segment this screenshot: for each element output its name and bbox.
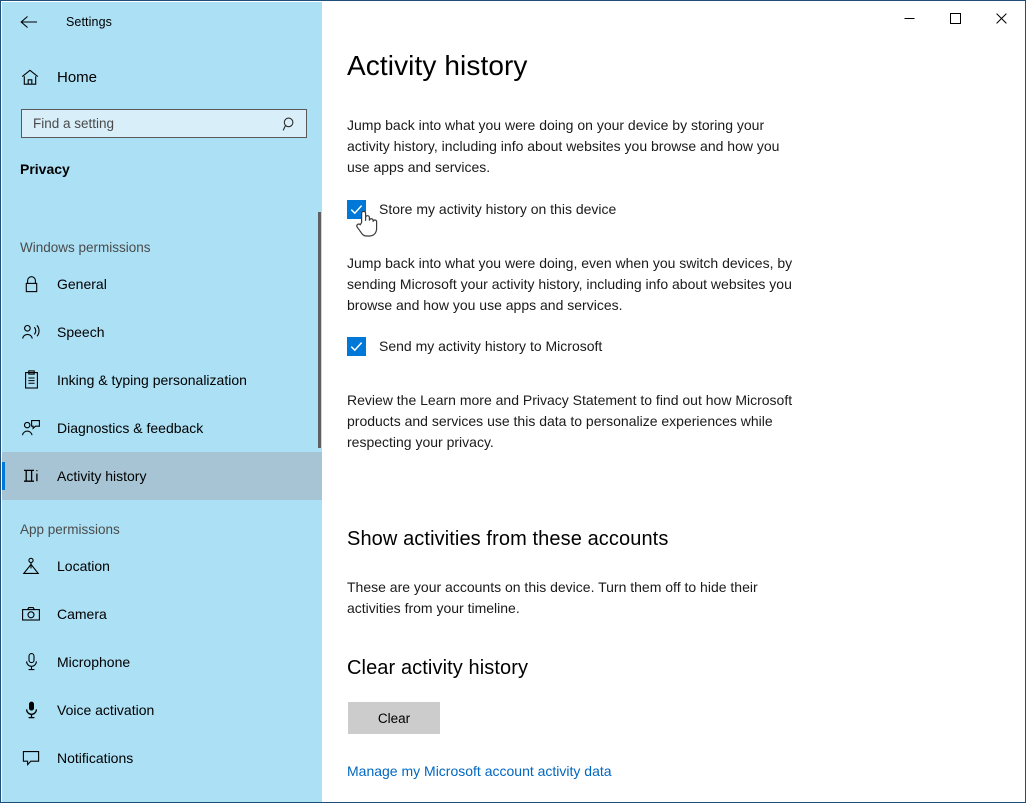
clipboard-icon [16, 370, 46, 390]
review-description: Review the Learn more and Privacy Statem… [347, 390, 795, 453]
back-arrow-icon [19, 14, 39, 30]
activity-history-icon [16, 467, 46, 485]
sidebar-item-activity-history[interactable]: Activity history [2, 452, 322, 500]
accounts-section-title: Show activities from these accounts [347, 528, 668, 551]
speech-person-icon [16, 323, 46, 342]
sidebar-item-microphone-label: Microphone [57, 654, 130, 670]
sidebar-item-general[interactable]: General [2, 260, 322, 308]
checkbox-store-activity-history[interactable]: Store my activity history on this device [347, 200, 616, 219]
sidebar-item-general-label: General [57, 276, 107, 292]
location-pin-icon [16, 557, 46, 576]
camera-icon [16, 606, 46, 623]
sidebar-nav-list: Windows permissions General [2, 234, 322, 782]
microphone-icon [16, 652, 46, 672]
title-bar-left: Settings [2, 2, 322, 42]
checkbox-checked-icon[interactable] [347, 200, 366, 219]
page-title: Activity history [347, 50, 528, 82]
sidebar-item-diagnostics-feedback[interactable]: Diagnostics & feedback [2, 404, 322, 452]
window-controls [886, 2, 1024, 34]
close-button[interactable] [978, 2, 1024, 34]
sidebar-item-diagnostics-feedback-label: Diagnostics & feedback [57, 420, 203, 436]
search-box[interactable] [21, 109, 307, 138]
settings-window: Settings Home Privacy W [0, 0, 1026, 803]
checkbox-checked-icon[interactable] [347, 337, 366, 356]
sidebar-item-speech[interactable]: Speech [2, 308, 322, 356]
sidebar-category-title: Privacy [20, 161, 70, 177]
sync-description: Jump back into what you were doing, even… [347, 253, 795, 316]
minimize-icon [904, 13, 915, 24]
notification-icon [16, 749, 46, 767]
sidebar-scrollbar[interactable] [318, 212, 321, 448]
app-title: Settings [66, 15, 112, 29]
accounts-description: These are your accounts on this device. … [347, 577, 795, 619]
checkbox-send-activity-history-label: Send my activity history to Microsoft [379, 337, 602, 356]
sidebar-item-camera-label: Camera [57, 606, 107, 622]
voice-activation-icon [16, 700, 46, 720]
sidebar-item-home-label: Home [57, 69, 97, 86]
group-spacer [2, 500, 322, 516]
sidebar-item-home[interactable]: Home [2, 61, 322, 93]
sidebar-item-microphone[interactable]: Microphone [2, 638, 322, 686]
sidebar-item-location[interactable]: Location [2, 542, 322, 590]
sidebar-item-voice-activation-label: Voice activation [57, 702, 154, 718]
sidebar-item-location-label: Location [57, 558, 110, 574]
manage-account-activity-link[interactable]: Manage my Microsoft account activity dat… [347, 763, 612, 779]
clear-button[interactable]: Clear [348, 702, 440, 734]
back-button[interactable] [6, 6, 52, 38]
sidebar-item-notifications[interactable]: Notifications [2, 734, 322, 782]
close-icon [996, 13, 1007, 24]
sidebar-item-voice-activation[interactable]: Voice activation [2, 686, 322, 734]
home-icon [16, 69, 44, 86]
sidebar-item-camera[interactable]: Camera [2, 590, 322, 638]
clear-section-title: Clear activity history [347, 657, 528, 680]
minimize-button[interactable] [886, 2, 932, 34]
sidebar-item-activity-history-label: Activity history [57, 468, 146, 484]
checkbox-send-activity-history[interactable]: Send my activity history to Microsoft [347, 337, 602, 356]
sidebar-item-inking-typing-personalization-label: Inking & typing personalization [57, 372, 247, 388]
search-input[interactable] [22, 110, 274, 137]
maximize-button[interactable] [932, 2, 978, 34]
sidebar-item-speech-label: Speech [57, 324, 104, 340]
search-icon [274, 116, 306, 132]
feedback-person-icon [16, 419, 46, 438]
lock-icon [16, 275, 46, 294]
sidebar-item-notifications-label: Notifications [57, 750, 133, 766]
sidebar-group-header-windows-permissions: Windows permissions [2, 234, 322, 260]
main-content: Activity history Jump back into what you… [322, 2, 1024, 801]
sidebar-item-inking-typing-personalization[interactable]: Inking & typing personalization [2, 356, 322, 404]
intro-description: Jump back into what you were doing on yo… [347, 115, 795, 178]
checkbox-store-activity-history-label: Store my activity history on this device [379, 200, 616, 219]
sidebar-group-header-app-permissions: App permissions [2, 516, 322, 542]
sidebar: Settings Home Privacy W [2, 2, 322, 803]
maximize-icon [950, 13, 961, 24]
